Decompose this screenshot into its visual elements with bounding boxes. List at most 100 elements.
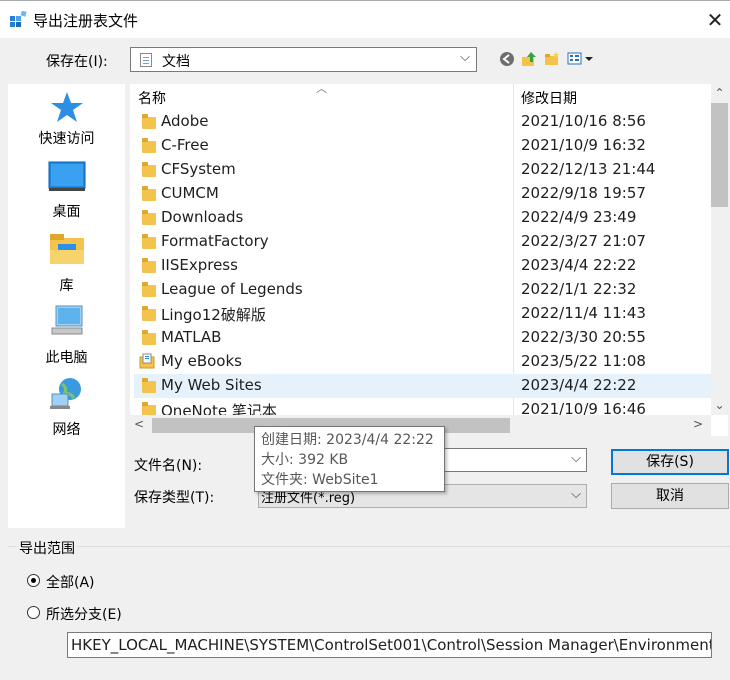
file-row[interactable]: FormatFactory 2022/3/27 21:07 xyxy=(134,230,711,254)
file-row[interactable]: C-Free 2021/10/9 16:32 xyxy=(134,134,711,158)
chevron-down-icon: ⌵ xyxy=(571,487,581,502)
tooltip-created: 创建日期: 2023/4/4 22:22 xyxy=(261,432,434,448)
file-date: 2022/4/9 23:49 xyxy=(521,208,637,226)
save-in-value: 文档 xyxy=(162,54,190,70)
folder-icon xyxy=(142,234,156,249)
documents-folder-icon xyxy=(140,53,152,67)
view-menu-icon xyxy=(567,52,593,65)
file-name: IISExpress xyxy=(161,256,238,274)
folder-icon xyxy=(142,138,156,153)
file-date: 2022/11/4 11:43 xyxy=(521,304,646,322)
sort-ascending-icon: ︿ xyxy=(316,82,327,95)
folder-info-tooltip: 创建日期: 2023/4/4 22:22 大小: 392 KB 文件夹: Web… xyxy=(254,426,445,492)
folder-icon xyxy=(142,162,156,177)
radio-all-label[interactable]: 全部(A) xyxy=(46,572,95,592)
file-name: FormatFactory xyxy=(161,232,269,250)
place-desktop[interactable]: 桌面 xyxy=(8,161,125,220)
scroll-left-icon[interactable]: < xyxy=(134,417,144,431)
place-label: 此电脑 xyxy=(45,350,88,366)
place-label: 快速访问 xyxy=(38,131,95,147)
place-this-pc[interactable]: 此电脑 xyxy=(8,304,125,366)
places-bar: 快速访问 桌面 库 此电脑 网络 xyxy=(8,84,125,528)
file-row[interactable]: IISExpress 2023/4/4 22:22 xyxy=(134,254,711,278)
filetype-label: 保存类型(T): xyxy=(134,490,215,506)
radio-all[interactable] xyxy=(27,574,40,587)
file-date: 2022/3/30 20:55 xyxy=(521,328,646,346)
ebook-folder-icon xyxy=(139,353,155,369)
file-date: 2022/1/1 22:32 xyxy=(521,280,637,298)
close-icon: ✕ xyxy=(706,8,724,32)
quick-access-star-icon xyxy=(50,92,83,122)
place-label: 库 xyxy=(59,278,74,294)
branch-path-input[interactable]: HKEY_LOCAL_MACHINE\SYSTEM\ControlSet001\… xyxy=(67,632,712,658)
column-header-name[interactable]: 名称 xyxy=(138,88,166,108)
cancel-button[interactable]: 取消 xyxy=(611,483,729,509)
file-row[interactable]: CUMCM 2022/9/18 19:57 xyxy=(134,182,711,206)
scroll-right-icon[interactable]: > xyxy=(693,417,703,431)
radio-branch-label[interactable]: 所选分支(E) xyxy=(46,604,122,624)
file-row[interactable]: League of Legends 2022/1/1 22:32 xyxy=(134,278,711,302)
scroll-up-icon[interactable]: ⌃ xyxy=(711,86,728,100)
file-name: Adobe xyxy=(161,112,209,130)
file-row[interactable]: CFSystem 2022/12/13 21:44 xyxy=(134,158,711,182)
new-folder-icon xyxy=(545,52,559,65)
file-row[interactable]: MATLAB 2022/3/30 20:55 xyxy=(134,326,711,350)
folder-icon xyxy=(142,330,156,345)
window-title: 导出注册表文件 xyxy=(33,12,139,30)
file-date: 2023/4/4 22:22 xyxy=(521,376,637,394)
file-row[interactable]: Lingo12破解版 2022/11/4 11:43 xyxy=(134,302,711,326)
up-folder-button[interactable] xyxy=(520,51,538,69)
save-in-label: 保存在(I): xyxy=(46,54,108,70)
file-name: CUMCM xyxy=(161,184,219,202)
file-date: 2023/5/22 11:08 xyxy=(521,352,646,370)
save-button[interactable]: 保存(S) xyxy=(611,449,729,475)
place-label: 桌面 xyxy=(52,204,81,220)
close-button[interactable]: ✕ xyxy=(700,6,730,34)
export-range-title: 导出范围 xyxy=(17,538,77,558)
this-pc-icon xyxy=(51,305,82,335)
file-name: League of Legends xyxy=(161,280,303,298)
file-name: MATLAB xyxy=(161,328,222,346)
file-name: My eBooks xyxy=(161,352,242,370)
folder-icon xyxy=(142,210,156,225)
desktop-icon xyxy=(48,161,85,191)
file-date: 2022/9/18 19:57 xyxy=(521,184,646,202)
folder-icon xyxy=(142,378,156,393)
filename-label: 文件名(N): xyxy=(134,458,203,474)
up-folder-icon xyxy=(522,52,536,66)
file-date: 2023/4/4 22:22 xyxy=(521,256,637,274)
folder-icon xyxy=(142,114,156,129)
save-in-dropdown[interactable]: 文档 ⌵ xyxy=(130,47,477,72)
network-icon xyxy=(49,378,81,409)
scroll-down-icon[interactable]: ⌄ xyxy=(711,398,728,412)
libraries-icon xyxy=(49,234,84,264)
folder-icon xyxy=(142,306,156,321)
file-date: 2021/10/9 16:32 xyxy=(521,136,646,154)
file-row[interactable]: Adobe 2021/10/16 8:56 xyxy=(134,110,711,134)
file-name: CFSystem xyxy=(161,160,236,178)
new-folder-button[interactable] xyxy=(543,51,561,69)
folder-icon xyxy=(142,258,156,273)
file-row[interactable]: My Web Sites 2023/4/4 22:22 xyxy=(134,374,711,398)
place-network[interactable]: 网络 xyxy=(8,376,125,438)
column-header-date[interactable]: 修改日期 xyxy=(521,88,577,108)
back-button[interactable] xyxy=(498,51,516,69)
radio-selected-branch[interactable] xyxy=(27,606,40,619)
place-quick-access[interactable]: 快速访问 xyxy=(8,88,125,147)
file-row[interactable]: My eBooks 2023/5/22 11:08 xyxy=(134,350,711,374)
chevron-down-icon[interactable]: ⌵ xyxy=(571,451,581,466)
file-date: 2022/3/27 21:07 xyxy=(521,232,646,250)
registry-editor-icon xyxy=(10,11,27,27)
tooltip-size: 大小: 392 KB xyxy=(261,452,349,468)
file-name: Downloads xyxy=(161,208,244,226)
back-icon xyxy=(500,52,514,66)
file-name: My Web Sites xyxy=(161,376,262,394)
file-date: 2021/10/16 8:56 xyxy=(521,112,646,130)
vertical-scroll-thumb[interactable] xyxy=(711,103,728,207)
file-date: 2022/12/13 21:44 xyxy=(521,160,656,178)
folder-icon xyxy=(142,186,156,201)
file-row[interactable]: Downloads 2022/4/9 23:49 xyxy=(134,206,711,230)
place-label: 网络 xyxy=(52,422,81,438)
view-menu-button[interactable] xyxy=(567,51,595,69)
place-libraries[interactable]: 库 xyxy=(8,232,125,294)
